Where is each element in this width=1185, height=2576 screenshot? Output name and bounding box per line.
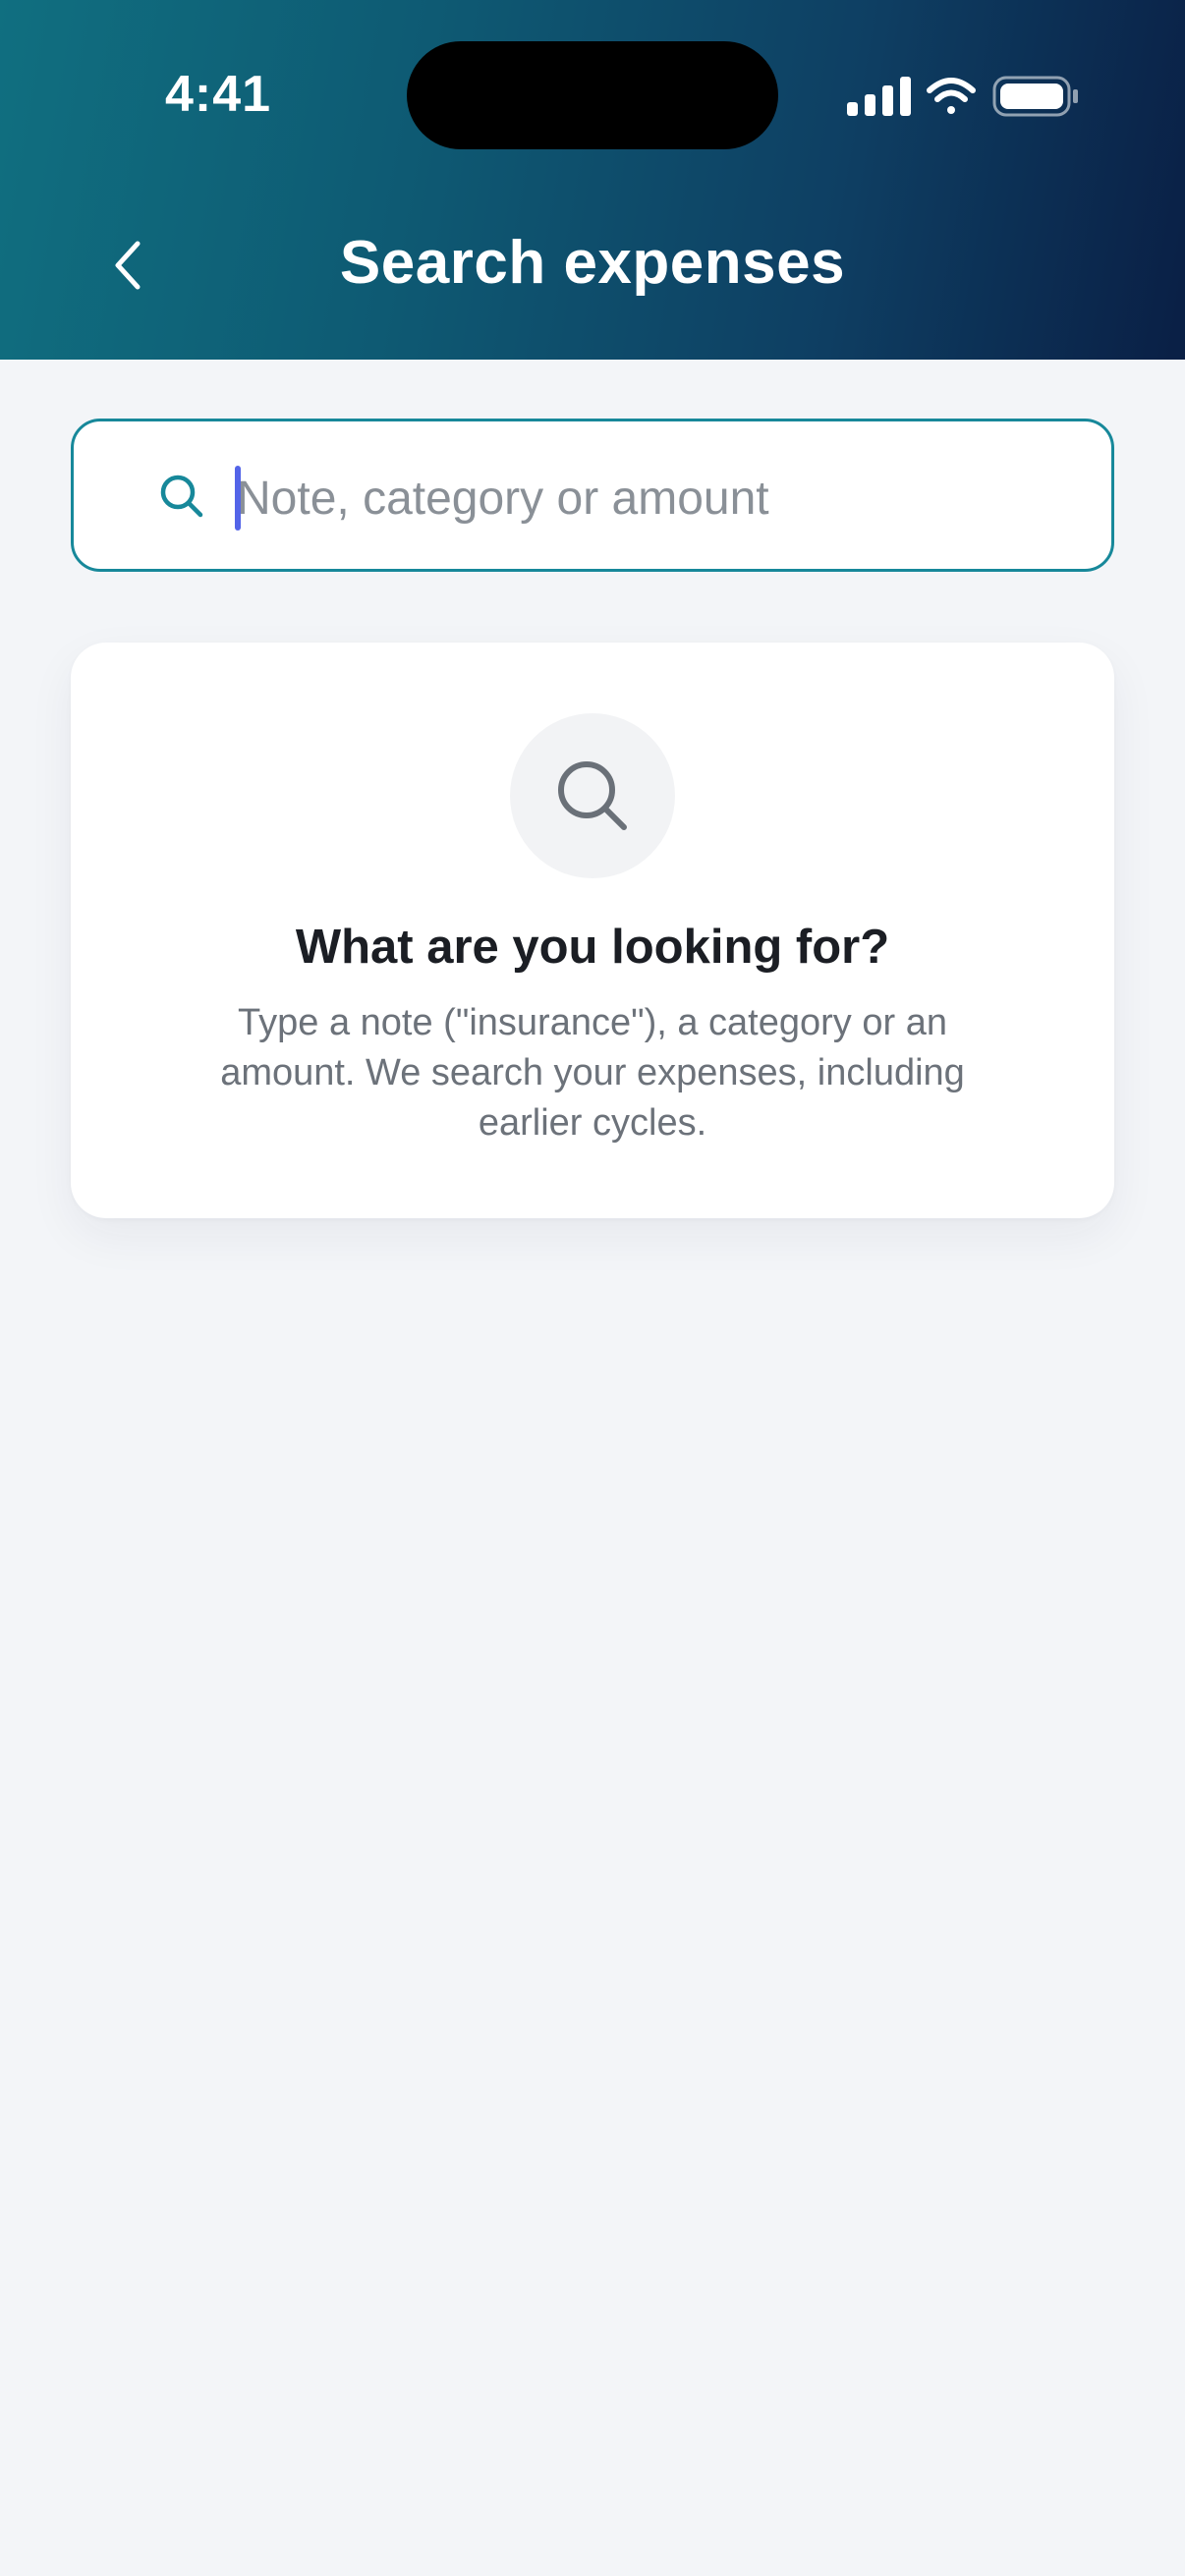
empty-state-icon-circle xyxy=(510,713,675,878)
empty-state-card: What are you looking for? Type a note ("… xyxy=(71,643,1114,1218)
page-title: Search expenses xyxy=(339,229,846,297)
search-icon xyxy=(158,473,205,520)
dynamic-island xyxy=(407,41,778,149)
battery-icon xyxy=(992,76,1078,117)
app-header: 4:41 Search expenses xyxy=(0,0,1185,360)
wifi-icon xyxy=(927,78,976,114)
cellular-signal-icon xyxy=(847,77,911,116)
empty-state-description: Type a note ("insurance"), a category or… xyxy=(220,1002,965,1144)
status-indicators xyxy=(847,76,1078,117)
empty-state-title: What are you looking for? xyxy=(295,921,890,974)
status-icons xyxy=(847,73,1083,120)
search-field[interactable] xyxy=(71,419,1114,572)
search-input[interactable] xyxy=(237,451,1082,545)
search-icon xyxy=(558,761,627,830)
status-time: 4:41 xyxy=(165,66,272,123)
